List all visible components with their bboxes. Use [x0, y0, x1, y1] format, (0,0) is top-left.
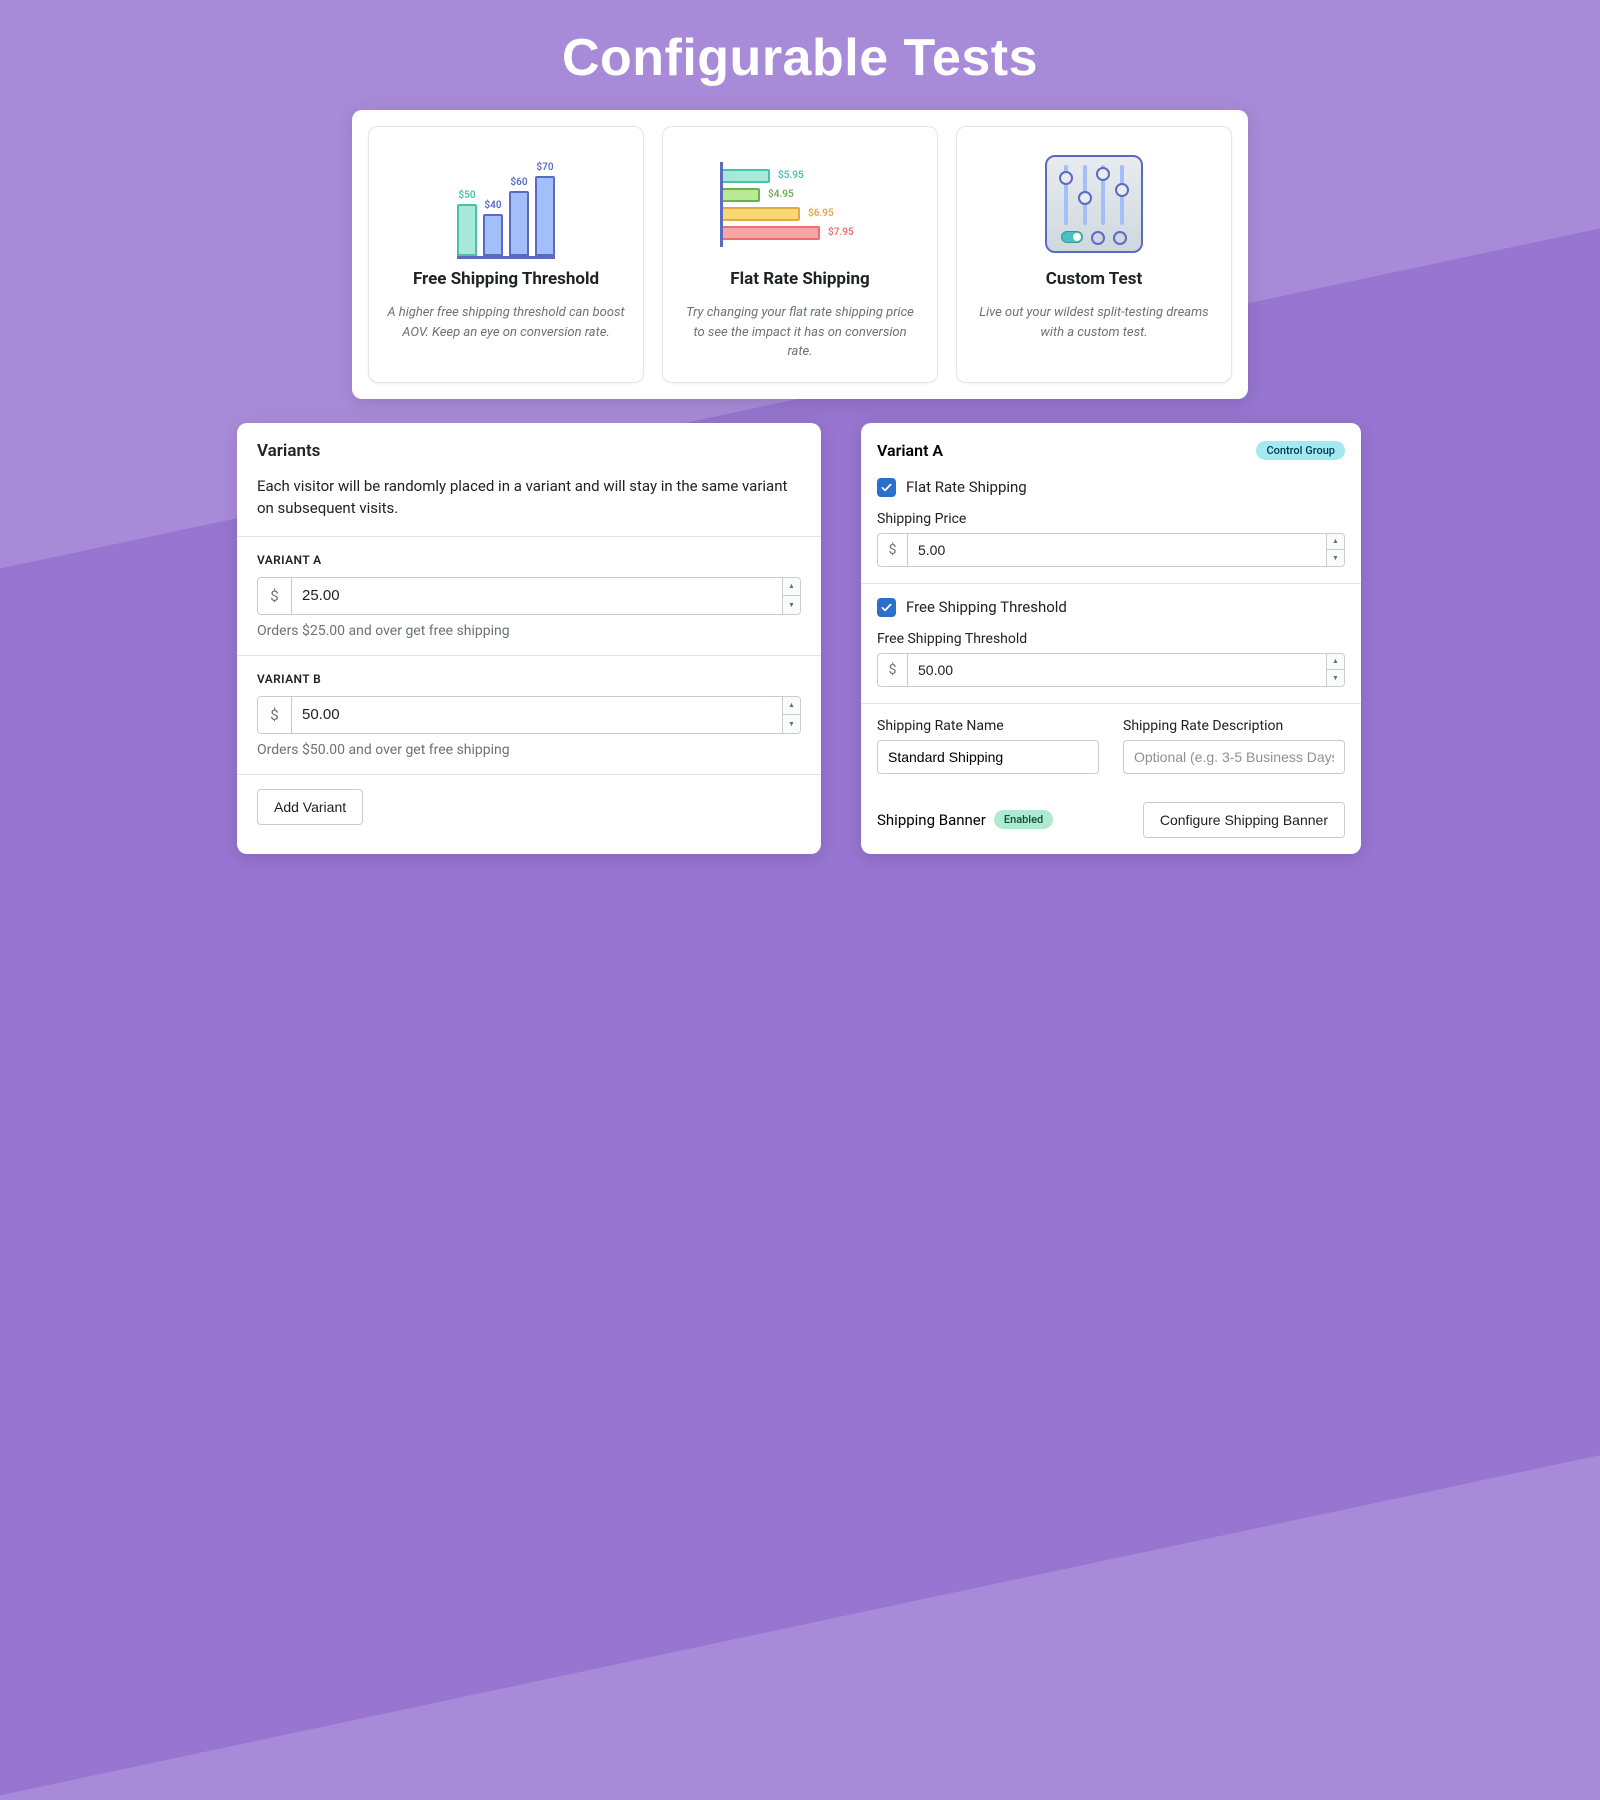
- tests-panel: $50 $40 $60 $70 Free Shipping Threshold …: [352, 110, 1248, 399]
- stepper-down-icon[interactable]: ▼: [1327, 670, 1344, 686]
- variants-panel: Variants Each visitor will be randomly p…: [237, 423, 821, 854]
- stepper-down-icon[interactable]: ▼: [783, 596, 800, 614]
- stepper-down-icon[interactable]: ▼: [1327, 550, 1344, 566]
- variant-a-label: VARIANT A: [257, 553, 801, 567]
- test-card-desc: Try changing your flat rate shipping pri…: [681, 303, 919, 362]
- variants-intro: Each visitor will be randomly placed in …: [257, 475, 801, 520]
- currency-symbol: $: [878, 654, 908, 686]
- check-icon: [880, 481, 893, 494]
- currency-symbol: $: [878, 534, 908, 566]
- fst-value[interactable]: [908, 654, 1326, 686]
- hbar-chart-icon: $5.95 $4.95 $6.95 $7.95: [681, 149, 919, 259]
- test-card-flat-rate-shipping[interactable]: $5.95 $4.95 $6.95 $7.95 Flat Rate Shippi…: [662, 126, 938, 383]
- configure-shipping-banner-button[interactable]: Configure Shipping Banner: [1143, 802, 1345, 838]
- variant-b-value[interactable]: [292, 697, 782, 733]
- test-card-desc: Live out your wildest split-testing drea…: [975, 303, 1213, 342]
- fst-field-label: Free Shipping Threshold: [877, 631, 1345, 647]
- variant-b-input[interactable]: $ ▲ ▼: [257, 696, 801, 734]
- variants-heading: Variants: [257, 441, 801, 461]
- fst-input[interactable]: $ ▲ ▼: [877, 653, 1345, 687]
- test-card-custom-test[interactable]: Custom Test Live out your wildest split-…: [956, 126, 1232, 383]
- variant-a-input[interactable]: $ ▲ ▼: [257, 577, 801, 615]
- currency-symbol: $: [258, 578, 292, 614]
- page-title: Configurable Tests: [0, 0, 1600, 88]
- test-card-title: Free Shipping Threshold: [387, 269, 625, 289]
- test-card-desc: A higher free shipping threshold can boo…: [387, 303, 625, 342]
- stepper-up-icon[interactable]: ▲: [783, 697, 800, 716]
- variant-a-config-panel: Variant A Control Group Flat Rate Shippi…: [861, 423, 1361, 854]
- rate-name-label: Shipping Rate Name: [877, 718, 1099, 734]
- variant-a-hint: Orders $25.00 and over get free shipping: [257, 623, 801, 639]
- shipping-price-label: Shipping Price: [877, 511, 1345, 527]
- currency-symbol: $: [258, 697, 292, 733]
- variant-b-block: VARIANT B $ ▲ ▼ Orders $50.00 and over g…: [237, 655, 821, 774]
- shipping-banner-label: Shipping Banner: [877, 811, 986, 829]
- variant-b-hint: Orders $50.00 and over get free shipping: [257, 742, 801, 758]
- mixer-icon: [975, 149, 1213, 259]
- test-card-title: Flat Rate Shipping: [681, 269, 919, 289]
- variant-a-block: VARIANT A $ ▲ ▼ Orders $25.00 and over g…: [237, 536, 821, 655]
- variant-b-label: VARIANT B: [257, 672, 801, 686]
- add-variant-button[interactable]: Add Variant: [257, 789, 363, 825]
- flat-rate-checkbox[interactable]: [877, 478, 896, 497]
- test-card-title: Custom Test: [975, 269, 1213, 289]
- control-group-badge: Control Group: [1256, 441, 1345, 460]
- stepper-down-icon[interactable]: ▼: [783, 715, 800, 733]
- stepper-up-icon[interactable]: ▲: [1327, 654, 1344, 671]
- variant-a-value[interactable]: [292, 578, 782, 614]
- shipping-price-value[interactable]: [908, 534, 1326, 566]
- bar-chart-icon: $50 $40 $60 $70: [387, 149, 625, 259]
- rate-desc-input[interactable]: [1123, 740, 1345, 774]
- variant-a-heading: Variant A: [877, 441, 943, 460]
- stepper-up-icon[interactable]: ▲: [783, 578, 800, 597]
- flat-rate-label: Flat Rate Shipping: [906, 478, 1027, 496]
- shipping-price-input[interactable]: $ ▲ ▼: [877, 533, 1345, 567]
- check-icon: [880, 601, 893, 614]
- fst-check-label: Free Shipping Threshold: [906, 598, 1067, 616]
- free-shipping-threshold-checkbox[interactable]: [877, 598, 896, 617]
- enabled-badge: Enabled: [994, 810, 1053, 829]
- test-card-free-shipping-threshold[interactable]: $50 $40 $60 $70 Free Shipping Threshold …: [368, 126, 644, 383]
- rate-desc-label: Shipping Rate Description: [1123, 718, 1345, 734]
- rate-name-input[interactable]: [877, 740, 1099, 774]
- stepper-up-icon[interactable]: ▲: [1327, 534, 1344, 551]
